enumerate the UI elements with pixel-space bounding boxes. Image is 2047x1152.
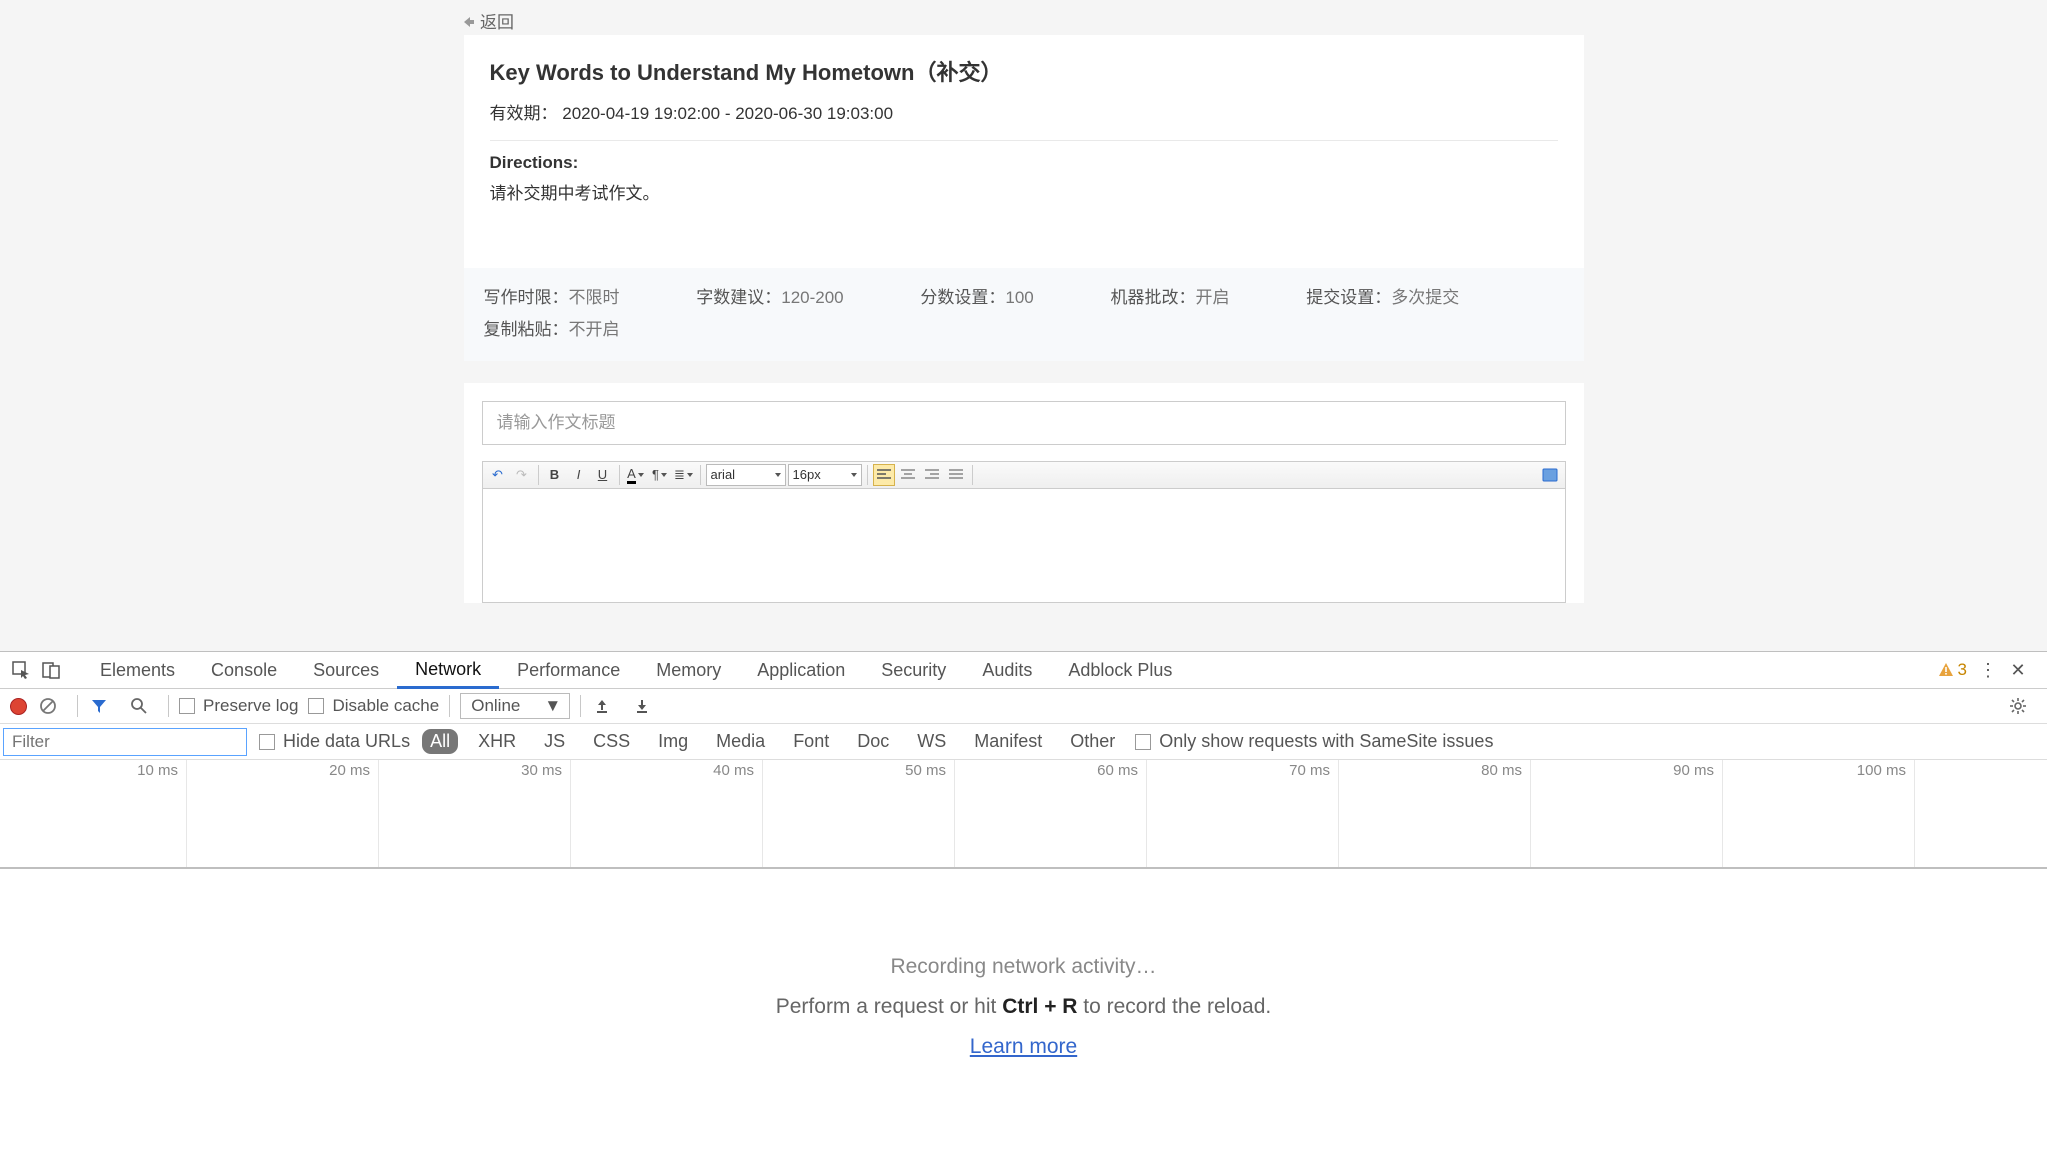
redo-button[interactable]: ↷ [511, 464, 533, 486]
tab-application[interactable]: Application [739, 652, 863, 688]
assignment-card: Key Words to Understand My Hometown（补交） … [464, 35, 1584, 361]
paragraph-button[interactable]: ¶ [649, 464, 671, 486]
essay-title-input[interactable] [482, 401, 1566, 445]
network-toolbar: Preserve log Disable cache Online▼ [0, 689, 2047, 724]
more-icon[interactable]: ⋮ [1977, 659, 1999, 681]
align-right-button[interactable] [921, 464, 943, 486]
tab-console[interactable]: Console [193, 652, 295, 688]
preserve-log-checkbox[interactable]: Preserve log [179, 696, 298, 716]
samesite-checkbox[interactable]: Only show requests with SameSite issues [1135, 731, 1493, 752]
filter-css[interactable]: CSS [585, 729, 638, 754]
warning-icon [1938, 662, 1954, 678]
disable-cache-checkbox[interactable]: Disable cache [308, 696, 439, 716]
search-icon[interactable] [128, 695, 150, 717]
tab-elements[interactable]: Elements [82, 652, 193, 688]
filter-input[interactable] [3, 728, 247, 756]
font-family-select[interactable]: arial [706, 464, 786, 486]
tab-security[interactable]: Security [863, 652, 964, 688]
align-right-icon [925, 469, 939, 481]
undo-button[interactable]: ↶ [487, 464, 509, 486]
download-har-icon[interactable] [631, 695, 653, 717]
divider [490, 140, 1558, 141]
filter-doc[interactable]: Doc [849, 729, 897, 754]
learn-more-link[interactable]: Learn more [0, 1035, 2047, 1059]
list-button[interactable]: ≣ [673, 464, 695, 486]
editor-toolbar: ↶ ↷ B I U A ¶ ≣ arial 16px [482, 461, 1566, 489]
assignment-title: Key Words to Understand My Hometown（补交） [490, 55, 1558, 87]
device-toggle-icon[interactable] [40, 659, 62, 681]
devtools-panel: Elements Console Sources Network Perform… [0, 651, 2047, 1152]
clear-button[interactable] [37, 695, 59, 717]
editor-body[interactable] [482, 489, 1566, 603]
tab-network[interactable]: Network [397, 653, 499, 689]
warnings-badge[interactable]: 3 [1938, 660, 1967, 680]
tab-audits[interactable]: Audits [964, 652, 1050, 688]
recording-hint: Perform a request or hit Ctrl + R to rec… [0, 995, 2047, 1019]
font-size-select[interactable]: 16px [788, 464, 862, 486]
text-color-button[interactable]: A [625, 464, 647, 486]
checkbox-icon [1135, 734, 1151, 750]
record-button[interactable] [10, 698, 27, 715]
filter-xhr[interactable]: XHR [470, 729, 524, 754]
directions-text: 请补交期中考试作文。 [490, 179, 1558, 204]
align-center-icon [901, 469, 915, 481]
back-arrow-icon [460, 14, 476, 30]
filter-font[interactable]: Font [785, 729, 837, 754]
filter-js[interactable]: JS [536, 729, 573, 754]
tab-sources[interactable]: Sources [295, 652, 397, 688]
align-justify-icon [949, 469, 963, 481]
network-filter-bar: Hide data URLs All XHR JS CSS Img Media … [0, 724, 2047, 760]
back-link[interactable]: 返回 [0, 0, 2047, 35]
checkbox-icon [259, 734, 275, 750]
inspect-icon[interactable] [10, 659, 32, 681]
validity: 有效期： 2020-04-19 19:02:00 - 2020-06-30 19… [490, 99, 1558, 124]
filter-media[interactable]: Media [708, 729, 773, 754]
align-justify-button[interactable] [945, 464, 967, 486]
back-label: 返回 [480, 13, 514, 32]
fullscreen-icon [1542, 468, 1558, 482]
filter-ws[interactable]: WS [909, 729, 954, 754]
throttling-select[interactable]: Online▼ [460, 693, 570, 719]
editor-card: ↶ ↷ B I U A ¶ ≣ arial 16px [464, 383, 1584, 603]
underline-button[interactable]: U [592, 464, 614, 486]
filter-manifest[interactable]: Manifest [966, 729, 1050, 754]
filter-all[interactable]: All [422, 729, 458, 754]
align-left-button[interactable] [873, 464, 895, 486]
checkbox-icon [179, 698, 195, 714]
checkbox-icon [308, 698, 324, 714]
align-center-button[interactable] [897, 464, 919, 486]
tab-memory[interactable]: Memory [638, 652, 739, 688]
recording-message: Recording network activity… [0, 955, 2047, 979]
tab-adblock[interactable]: Adblock Plus [1050, 652, 1190, 688]
bold-button[interactable]: B [544, 464, 566, 486]
tab-performance[interactable]: Performance [499, 652, 638, 688]
italic-button[interactable]: I [568, 464, 590, 486]
upload-har-icon[interactable] [591, 695, 613, 717]
filter-img[interactable]: Img [650, 729, 696, 754]
info-bar: 写作时限：不限时 字数建议：120-200 分数设置：100 机器批改：开启 提… [464, 268, 1584, 361]
filter-toggle-icon[interactable] [88, 695, 110, 717]
align-left-icon [877, 469, 891, 481]
settings-gear-icon[interactable] [2007, 695, 2029, 717]
timeline[interactable]: 10 ms 20 ms 30 ms 40 ms 50 ms 60 ms 70 m… [0, 760, 2047, 869]
devtools-tabs: Elements Console Sources Network Perform… [0, 652, 2047, 689]
hide-data-urls-checkbox[interactable]: Hide data URLs [259, 731, 410, 752]
close-devtools-icon[interactable]: ✕ [2007, 659, 2029, 681]
directions-label: Directions: [490, 153, 1558, 173]
filter-other[interactable]: Other [1062, 729, 1123, 754]
fullscreen-button[interactable] [1539, 464, 1561, 486]
